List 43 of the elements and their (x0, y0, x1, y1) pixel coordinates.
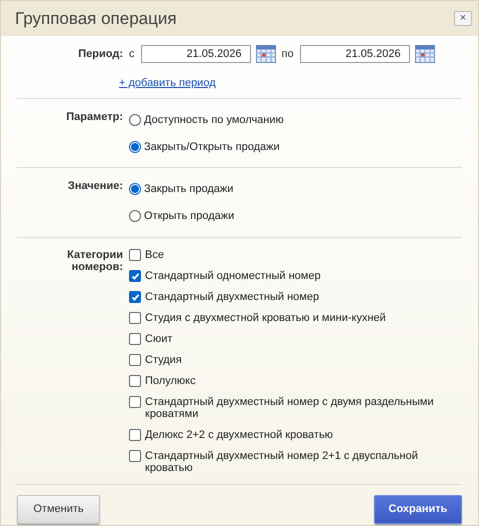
radio-button[interactable] (129, 183, 141, 196)
field-label: Период: (77, 48, 124, 60)
save-button[interactable]: Сохранить (374, 495, 462, 524)
checkbox-label: Стандартный двухместный номер с двумя раздельными кроватями (145, 396, 435, 420)
checkbox-label: Студия с двухместной кроватью и мини-кухней (145, 312, 386, 324)
to-date-field[interactable]: 21.05.2026 (300, 45, 410, 63)
checkbox-label: Полулюкс (145, 375, 196, 387)
window-title: Групповая операция (15, 8, 177, 30)
radio-label: Открыть продажи (144, 208, 234, 224)
checkbox[interactable] (129, 249, 141, 261)
checkbox-label: Все (145, 249, 164, 261)
from-date-field[interactable]: 21.05.2026 (140, 45, 250, 63)
checkbox-label: Стандартный одноместный номер (145, 270, 321, 282)
checkbox[interactable] (129, 429, 141, 441)
to-label: по (282, 46, 294, 62)
radio-button[interactable] (129, 210, 141, 222)
field-label: Параметр: (65, 111, 124, 125)
checkbox-label: Стандартный двухместный номер (145, 291, 320, 303)
checkbox-label: Студия (145, 354, 182, 366)
checkbox[interactable] (129, 270, 141, 282)
checkbox[interactable] (129, 291, 141, 303)
checkbox-label: Сюит (145, 333, 172, 345)
checkbox-label: Стандартный двухместный номер 2+1 с двуспальной кроватью (145, 450, 419, 474)
checkbox[interactable] (129, 333, 141, 345)
calendar-icon[interactable] (256, 45, 276, 63)
checkbox[interactable] (129, 354, 141, 366)
radio-label: Доступность по умолчанию (144, 113, 284, 128)
close-button[interactable]: × (454, 11, 472, 26)
checkbox[interactable] (129, 450, 141, 462)
add-period-link[interactable]: + добавить период (119, 77, 216, 89)
checkbox[interactable] (129, 396, 141, 408)
checkbox[interactable] (129, 312, 141, 324)
from-label: с (129, 46, 134, 62)
field-label: Категории номеров: (66, 249, 124, 275)
radio-label: Закрыть/Открыть продажи (144, 140, 280, 154)
checkbox[interactable] (129, 375, 141, 387)
field-label: Значение: (66, 180, 124, 194)
cancel-button[interactable]: Отменить (17, 495, 100, 524)
radio-label: Закрыть продажи (144, 182, 234, 197)
radio-button[interactable] (129, 114, 141, 126)
calendar-icon[interactable] (414, 45, 435, 63)
radio-button[interactable] (129, 140, 141, 153)
checkbox-label: Делюкс 2+2 с двухместной кроватью (145, 429, 333, 441)
